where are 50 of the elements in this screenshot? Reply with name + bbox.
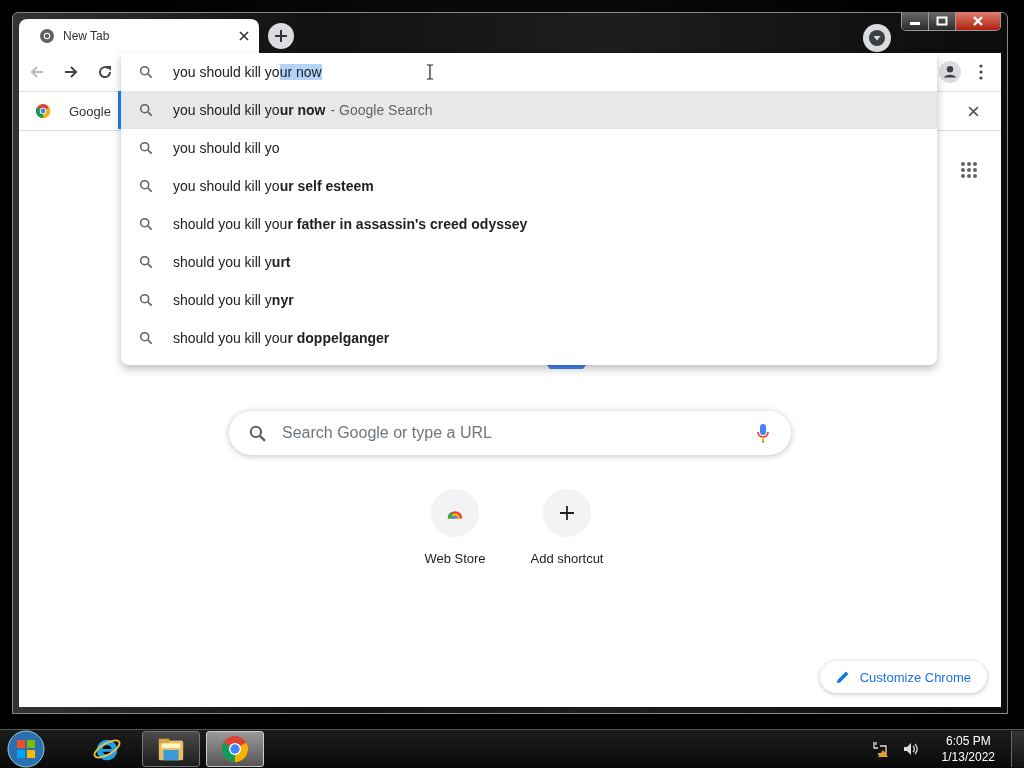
search-icon: [139, 293, 153, 307]
minimize-button[interactable]: [902, 12, 929, 30]
maximize-icon: [936, 16, 948, 26]
maximize-button[interactable]: [929, 12, 956, 30]
search-icon: [139, 331, 153, 345]
search-icon: [139, 217, 153, 231]
suggestion-item[interactable]: you should kill yo: [118, 129, 937, 167]
search-icon: [139, 65, 153, 79]
start-button[interactable]: [6, 729, 46, 768]
profile-icon[interactable]: [939, 61, 961, 83]
taskbar-button[interactable]: [142, 731, 200, 767]
chrome-icon: [220, 734, 250, 764]
search-icon: [139, 255, 153, 269]
suggestion-item[interactable]: you should kill your now - Google Search: [118, 91, 937, 129]
reload-button[interactable]: [97, 64, 113, 80]
suggestion-item[interactable]: should you kill ynyr: [118, 281, 937, 319]
browser-tab[interactable]: New Tab: [19, 19, 259, 53]
text-cursor-icon: [426, 64, 434, 80]
clock-date: 1/13/2022: [941, 749, 995, 765]
close-button[interactable]: [956, 12, 1000, 30]
search-icon: [139, 103, 153, 117]
shortcut-tile[interactable]: Web Store: [407, 489, 503, 566]
network-warning-icon[interactable]: [871, 740, 890, 758]
chrome-icon: [39, 28, 55, 44]
show-desktop-button[interactable]: [1011, 731, 1024, 767]
menu-icon[interactable]: [979, 64, 983, 80]
forward-button[interactable]: [63, 64, 79, 80]
clock-time: 6:05 PM: [945, 733, 991, 749]
apps-grid-icon[interactable]: [960, 161, 978, 179]
tab-search-button[interactable]: [863, 24, 891, 52]
search-icon: [249, 424, 266, 442]
search-field[interactable]: Search Google or type a URL: [280, 423, 743, 443]
search-icon: [139, 141, 153, 155]
close-icon[interactable]: [968, 105, 979, 117]
bookmark-item[interactable]: Google: [35, 103, 111, 119]
microphone-icon[interactable]: [757, 423, 769, 443]
suggestion-item[interactable]: should you kill your doppelganger: [118, 319, 937, 357]
customize-button[interactable]: Customize Chrome: [819, 661, 987, 693]
new-tab-button[interactable]: [268, 23, 294, 49]
suggestion-item[interactable]: you should kill your self esteem: [118, 167, 937, 205]
address-field[interactable]: you should kill your now: [173, 62, 413, 82]
suggestion-item[interactable]: should you kill yurt: [118, 243, 937, 281]
close-icon[interactable]: [239, 31, 249, 41]
shortcut-tile[interactable]: Add shortcut: [519, 489, 615, 566]
suggestion-item[interactable]: should you kill your father in assassin's creed odyssey: [118, 205, 937, 243]
close-icon: [972, 16, 984, 26]
plus-icon: [558, 506, 576, 520]
search-icon: [139, 179, 153, 193]
pencil-icon: [835, 670, 850, 684]
chrome-icon: [35, 103, 51, 119]
